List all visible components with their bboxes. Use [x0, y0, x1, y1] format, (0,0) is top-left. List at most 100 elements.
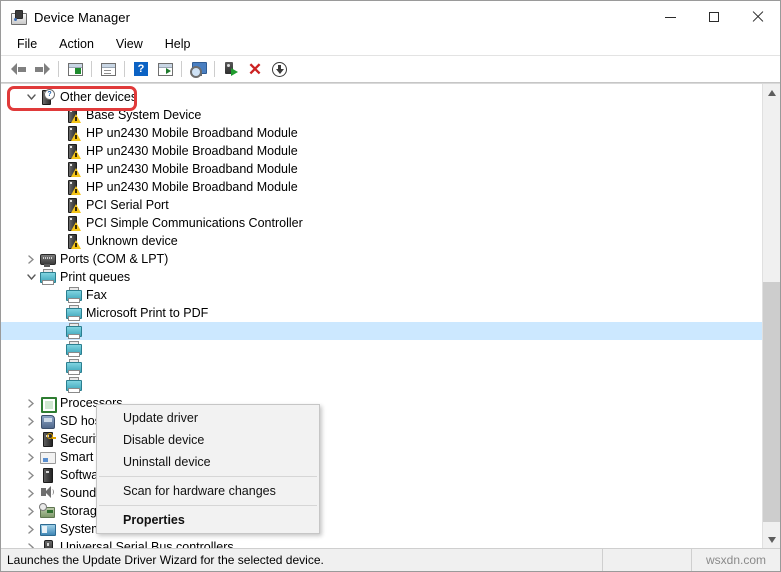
tree-item-label: PCI Simple Communications Controller: [86, 215, 303, 230]
toolbar-separator: [58, 61, 59, 77]
tree-item[interactable]: HP un2430 Mobile Broadband Module: [1, 178, 762, 196]
properties-icon[interactable]: [96, 58, 120, 80]
tree-item[interactable]: PCI Serial Port: [1, 196, 762, 214]
back-arrow-icon[interactable]: [6, 58, 30, 80]
scrollbar-thumb[interactable]: [763, 281, 780, 523]
printer-icon: [65, 341, 82, 357]
unknown-device-icon: ?: [39, 89, 55, 105]
storage-controller-icon: [39, 503, 55, 519]
status-cell-empty: [602, 549, 691, 571]
port-icon: [39, 251, 56, 267]
warning-device-icon: [65, 107, 81, 123]
device-manager-icon: [10, 9, 27, 25]
tree-item[interactable]: HP un2430 Mobile Broadband Module: [1, 124, 762, 142]
chevron-right-icon[interactable]: [23, 452, 39, 462]
tree-item[interactable]: [1, 376, 762, 394]
tree-item-label: Base System Device: [86, 107, 202, 122]
tree-item[interactable]: Microsoft Print to PDF: [1, 304, 762, 322]
context-menu-separator: [99, 505, 317, 506]
menu-file[interactable]: File: [7, 35, 47, 53]
warning-device-icon: [65, 215, 81, 231]
tree-item[interactable]: [1, 340, 762, 358]
title-bar: Device Manager: [1, 1, 780, 33]
scan-for-hardware-changes-icon[interactable]: [186, 58, 210, 80]
tree-item[interactable]: Base System Device: [1, 106, 762, 124]
main-content: ? Other devices Base System Device HP un243…: [1, 83, 780, 548]
warning-device-icon: [65, 179, 81, 195]
tree-item-label: HP un2430 Mobile Broadband Module: [86, 179, 298, 194]
update-driver-icon[interactable]: [219, 58, 243, 80]
scroll-down-button[interactable]: [763, 531, 780, 548]
forward-arrow-icon[interactable]: [30, 58, 54, 80]
chevron-down-icon[interactable]: [23, 94, 39, 100]
tree-item-label: HP un2430 Mobile Broadband Module: [86, 161, 298, 176]
software-device-icon: [39, 467, 55, 483]
usb-icon: [39, 539, 55, 548]
processor-icon: [39, 395, 57, 413]
context-menu[interactable]: Update driver Disable device Uninstall dev…: [96, 404, 320, 534]
tree-item-label: Universal Serial Bus controllers: [60, 539, 234, 548]
toolbar-separator: [181, 61, 182, 77]
scroll-up-button[interactable]: [763, 84, 780, 101]
printer-icon: [65, 377, 82, 393]
context-menu-item[interactable]: Update driver: [97, 407, 319, 429]
warning-device-icon: [65, 233, 81, 249]
system-device-icon: [39, 521, 56, 537]
context-menu-separator: [99, 476, 317, 477]
chevron-right-icon[interactable]: [23, 470, 39, 480]
scan-view-icon[interactable]: [153, 58, 177, 80]
chevron-right-icon[interactable]: [23, 416, 39, 426]
context-menu-item[interactable]: Scan for hardware changes: [97, 480, 319, 502]
chevron-right-icon[interactable]: [23, 254, 39, 264]
tree-item-label: Fax: [86, 287, 107, 302]
toolbar-separator: [124, 61, 125, 77]
tree-item[interactable]: ? Other devices: [1, 88, 762, 106]
chevron-right-icon[interactable]: [23, 488, 39, 498]
disable-device-icon[interactable]: [267, 58, 291, 80]
show-hide-console-tree-icon[interactable]: [63, 58, 87, 80]
watermark: wsxdn.com: [691, 549, 780, 571]
chevron-right-icon[interactable]: [23, 506, 39, 516]
minimize-button[interactable]: [648, 1, 692, 33]
help-icon[interactable]: ?: [129, 58, 153, 80]
tree-item-label: HP un2430 Mobile Broadband Module: [86, 143, 298, 158]
printer-icon: [65, 359, 82, 375]
close-button[interactable]: [736, 1, 780, 33]
menu-view[interactable]: View: [106, 35, 153, 53]
context-menu-item[interactable]: Properties: [97, 509, 319, 531]
tree-item[interactable]: Ports (COM & LPT): [1, 250, 762, 268]
warning-device-icon: [65, 125, 81, 141]
uninstall-device-icon[interactable]: ✕: [243, 58, 267, 80]
tree-item[interactable]: HP un2430 Mobile Broadband Module: [1, 142, 762, 160]
warning-device-icon: [65, 161, 81, 177]
tree-item-label: Microsoft Print to PDF: [86, 305, 209, 320]
status-text: Launches the Update Driver Wizard for th…: [7, 553, 324, 567]
tree-item[interactable]: [1, 358, 762, 376]
context-menu-item[interactable]: Uninstall device: [97, 451, 319, 473]
tree-item-label: Ports (COM & LPT): [60, 251, 169, 266]
tree-item[interactable]: [1, 322, 762, 340]
tree-item-label: Print queues: [60, 269, 131, 284]
scrollbar-track[interactable]: [763, 101, 780, 531]
tree-item-label: Other devices: [60, 89, 138, 104]
tree-item[interactable]: HP un2430 Mobile Broadband Module: [1, 160, 762, 178]
tree-item[interactable]: Fax: [1, 286, 762, 304]
tree-item-label: HP un2430 Mobile Broadband Module: [86, 125, 298, 140]
context-menu-item[interactable]: Disable device: [97, 429, 319, 451]
tree-item-label: Unknown device: [86, 233, 178, 248]
tree-item[interactable]: Universal Serial Bus controllers: [1, 538, 762, 548]
tree-item[interactable]: Unknown device: [1, 232, 762, 250]
maximize-button[interactable]: [692, 1, 736, 33]
chevron-right-icon[interactable]: [23, 398, 39, 408]
chevron-right-icon[interactable]: [23, 434, 39, 444]
chevron-right-icon[interactable]: [23, 524, 39, 534]
chevron-down-icon[interactable]: [23, 274, 39, 280]
printer-icon: [39, 269, 56, 285]
menu-help[interactable]: Help: [155, 35, 201, 53]
tree-item[interactable]: Print queues: [1, 268, 762, 286]
tree-item[interactable]: PCI Simple Communications Controller: [1, 214, 762, 232]
vertical-scrollbar[interactable]: [762, 84, 780, 548]
menu-action[interactable]: Action: [49, 35, 104, 53]
printer-icon: [65, 323, 82, 339]
tree-item-label: PCI Serial Port: [86, 197, 169, 212]
